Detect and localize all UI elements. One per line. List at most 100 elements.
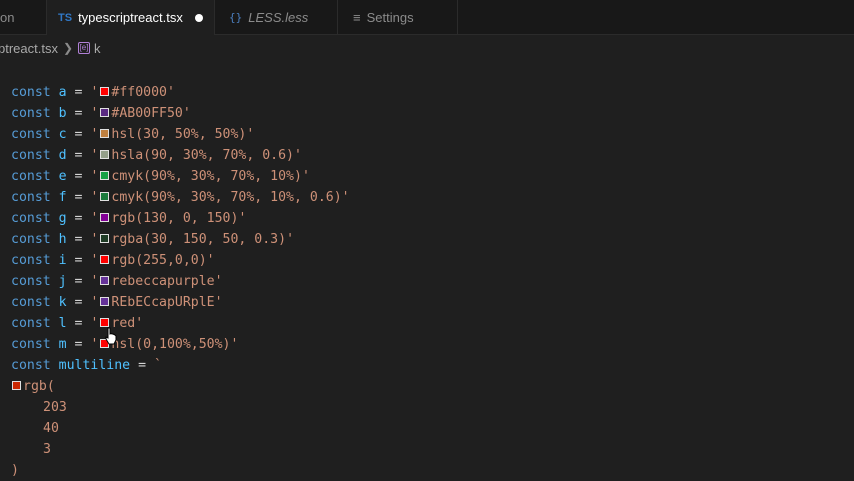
color-swatch[interactable]	[100, 171, 110, 180]
tab-bar: on TS typescriptreact.tsx {} LESS.less ≡…	[0, 0, 854, 35]
keyword: const	[11, 274, 51, 289]
identifier: j	[58, 274, 67, 289]
color-string: rgb(	[23, 379, 55, 394]
color-string: hsla(90, 30%, 70%, 0.6)	[111, 148, 295, 163]
code-line[interactable]: const i = ' rgb(255,0,0)'	[11, 250, 215, 271]
identifier: i	[58, 253, 67, 268]
operator: =	[66, 85, 91, 100]
quote: '	[90, 211, 99, 226]
code-line[interactable]: const multiline = `	[11, 355, 162, 376]
color-swatch[interactable]	[100, 150, 110, 159]
quote: '	[182, 106, 191, 121]
braces-icon: {}	[229, 11, 243, 24]
hand-pointer-icon	[105, 327, 117, 345]
breadcrumb-file[interactable]: ptreact.tsx	[0, 41, 58, 56]
identifier: multiline	[58, 358, 131, 373]
color-string: cmyk(90%, 30%, 70%, 10%, 0.6)	[111, 190, 342, 205]
quote: '	[90, 190, 99, 205]
unsaved-dot-icon[interactable]	[194, 13, 203, 22]
tab-typescriptreact[interactable]: TS typescriptreact.tsx	[47, 0, 215, 35]
tab-label: on	[0, 10, 15, 25]
identifier: m	[58, 337, 67, 352]
tab-label: typescriptreact.tsx	[78, 10, 183, 25]
code-line[interactable]: const h = ' rgba(30, 150, 50, 0.3)'	[11, 229, 294, 250]
operator: =	[66, 127, 91, 142]
quote: '	[90, 316, 99, 331]
color-swatch[interactable]	[100, 297, 110, 306]
code-line[interactable]: const j = ' rebeccapurple'	[11, 271, 223, 292]
operator: =	[66, 106, 91, 121]
quote: '	[90, 295, 99, 310]
keyword: const	[11, 190, 51, 205]
code-line[interactable]: const c = ' hsl(30, 50%, 50%)'	[11, 124, 254, 145]
color-swatch[interactable]	[12, 381, 21, 390]
color-swatch[interactable]	[100, 255, 110, 264]
code-line[interactable]: 203	[43, 397, 67, 418]
quote: '	[90, 127, 99, 142]
color-swatch[interactable]	[100, 192, 110, 201]
color-swatch[interactable]	[100, 276, 110, 285]
quote: '	[90, 232, 99, 247]
quote: '	[214, 295, 223, 310]
breadcrumb: ptreact.tsx ❯ [e] k	[0, 37, 854, 59]
code-line[interactable]: const b = ' #AB00FF50'	[11, 103, 191, 124]
code-line[interactable]: const f = ' cmyk(90%, 30%, 70%, 10%, 0.6)…	[11, 187, 350, 208]
identifier: h	[58, 232, 67, 247]
tab-settings[interactable]: ≡ Settings	[338, 0, 458, 35]
identifier: c	[58, 127, 67, 142]
close-paren: )	[11, 463, 19, 478]
operator: =	[130, 358, 154, 373]
code-line[interactable]: 40	[43, 418, 59, 439]
tab-partial[interactable]: on	[0, 0, 47, 35]
operator: =	[66, 148, 91, 163]
tab-label: Settings	[366, 10, 414, 25]
quote: '	[90, 253, 99, 268]
quote: '	[90, 148, 99, 163]
code-line[interactable]: )	[11, 460, 19, 481]
quote: '	[135, 316, 144, 331]
code-line[interactable]: const d = ' hsla(90, 30%, 70%, 0.6)'	[11, 145, 302, 166]
color-string: REbECcapURplE	[111, 295, 215, 310]
tab-less[interactable]: {} LESS.less	[215, 0, 338, 35]
color-swatch[interactable]	[100, 87, 110, 96]
settings-icon: ≡	[353, 10, 361, 25]
color-swatch[interactable]	[100, 318, 110, 327]
code-line[interactable]: const a = ' #ff0000'	[11, 82, 175, 103]
color-string: #AB00FF50	[111, 106, 183, 121]
color-string: hsl(0,100%,50%)	[111, 337, 231, 352]
identifier: f	[58, 190, 67, 205]
color-string: #ff0000	[111, 85, 167, 100]
operator: =	[66, 253, 91, 268]
quote: '	[238, 211, 247, 226]
variable-icon: [e]	[78, 42, 91, 54]
code-line[interactable]: const g = ' rgb(130, 0, 150)'	[11, 208, 246, 229]
identifier: l	[58, 316, 67, 331]
color-swatch[interactable]	[100, 213, 110, 222]
operator: =	[66, 337, 91, 352]
quote: '	[90, 274, 99, 289]
operator: =	[66, 190, 91, 205]
code-line[interactable]: 3	[43, 439, 51, 460]
typescript-icon: TS	[58, 11, 73, 24]
identifier: b	[58, 106, 67, 121]
code-editor[interactable]: const a = ' #ff0000' const b = ' #AB00FF50'…	[0, 82, 854, 480]
operator: =	[66, 274, 91, 289]
quote: '	[301, 169, 310, 184]
code-line[interactable]: const m = ' hsl(0,100%,50%)'	[11, 334, 238, 355]
code-line[interactable]: const l = ' red'	[11, 313, 143, 334]
code-line[interactable]: rgb(	[12, 376, 55, 397]
color-swatch[interactable]	[100, 234, 110, 243]
keyword: const	[11, 337, 51, 352]
quote: '	[341, 190, 350, 205]
identifier: d	[58, 148, 67, 163]
quote: '	[230, 337, 239, 352]
code-line[interactable]: const e = ' cmyk(90%, 30%, 70%, 10%)'	[11, 166, 310, 187]
breadcrumb-symbol[interactable]: k	[94, 41, 101, 56]
identifier: a	[58, 85, 67, 100]
keyword: const	[11, 316, 51, 331]
code-line[interactable]: const k = ' REbECcapURplE'	[11, 292, 223, 313]
identifier: g	[58, 211, 67, 226]
keyword: const	[11, 358, 51, 373]
color-swatch[interactable]	[100, 129, 110, 138]
color-swatch[interactable]	[100, 108, 110, 117]
